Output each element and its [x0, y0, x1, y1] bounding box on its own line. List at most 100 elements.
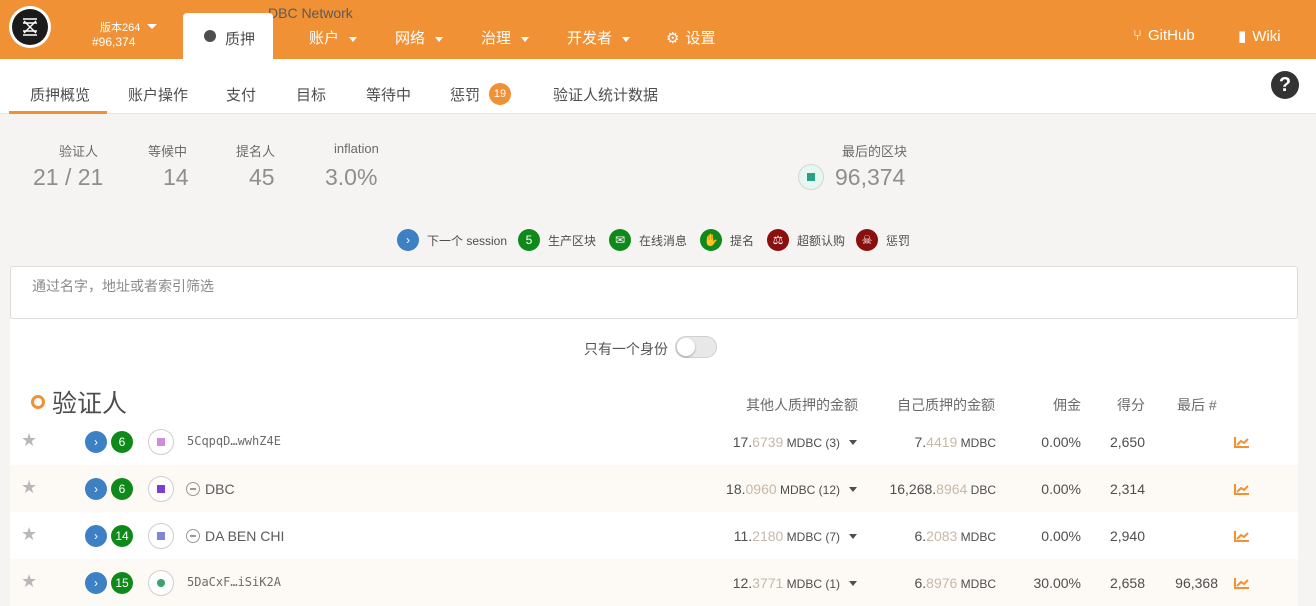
produced-blocks-badge: 6 [111, 431, 133, 453]
chevron-right-icon: › [397, 229, 419, 251]
points-cell: 2,658 [1109, 575, 1145, 591]
avatar[interactable] [148, 523, 174, 549]
col-last[interactable]: 最后 # [1177, 395, 1217, 415]
app-logo[interactable] [9, 6, 51, 48]
identity-unverified-icon [186, 529, 200, 543]
other-stake-cell: 17.6739 MDBC (3) [733, 434, 840, 450]
count-badge: 5 [518, 229, 540, 251]
table-row [10, 465, 1298, 512]
tab-validator-stats[interactable]: 验证人统计数据 [553, 84, 658, 105]
commission-cell: 0.00% [1041, 528, 1081, 544]
cogs-icon: ⚙ [666, 30, 680, 47]
inflation-value: 3.0% [325, 164, 378, 190]
envelope-icon: ✉ [609, 229, 631, 251]
tab-waiting[interactable]: 等待中 [366, 84, 411, 105]
avatar[interactable] [148, 570, 174, 596]
chart-line-icon[interactable] [1234, 529, 1250, 542]
menu-settings[interactable]: ⚙ 设置 [666, 27, 715, 48]
waiting-label: 等候中 [148, 144, 188, 159]
chart-line-icon[interactable] [1234, 576, 1250, 589]
filter-placeholder: 通过名字，地址或者索引筛选 [32, 278, 214, 294]
legend-label: 在线消息 [639, 234, 688, 248]
validator-address[interactable]: 5CqpqD…wwhZ4E [187, 434, 281, 448]
tab-slashes[interactable]: 惩罚 [450, 84, 480, 105]
amount-unit: MDBC [957, 530, 996, 544]
commission-cell: 0.00% [1041, 481, 1081, 497]
hand-icon: ✋ [700, 229, 722, 251]
col-points[interactable]: 得分 [1117, 395, 1145, 415]
menu-governance[interactable]: 治理 [481, 27, 530, 48]
link-wiki-label: Wiki [1252, 28, 1281, 45]
amount-int: 6. [914, 575, 927, 591]
network-block: #96,374 [92, 35, 136, 49]
amount-int: 17. [732, 434, 753, 450]
menu-network[interactable]: 网络 [395, 27, 444, 48]
expand-nominators-icon[interactable] [849, 487, 857, 492]
star-icon[interactable]: ★ [21, 524, 37, 545]
code-branch-icon: ⑂ [1133, 27, 1143, 44]
nominators-label: 提名人 [236, 144, 276, 159]
validators-value: 21 / 21 [33, 164, 104, 190]
amount-int: 16,268. [889, 481, 937, 497]
chart-line-icon[interactable] [1234, 482, 1250, 495]
menu-accounts[interactable]: 账户 [309, 27, 358, 48]
other-stake-cell: 12.3771 MDBC (1) [733, 575, 840, 591]
col-other-stake[interactable]: 其他人质押的金额 [746, 395, 858, 415]
amount-int: 11. [733, 528, 753, 544]
points-cell: 2,940 [1109, 528, 1145, 544]
validators-label: 验证人 [59, 144, 99, 159]
expand-nominators-icon[interactable] [849, 440, 857, 445]
caret-down-icon [622, 36, 631, 42]
own-stake-cell: 16,268.8964 DBC [889, 481, 996, 497]
commission-cell: 0.00% [1041, 434, 1081, 450]
expand-nominators-icon[interactable] [849, 534, 857, 539]
tab-account-actions[interactable]: 账户操作 [128, 84, 188, 105]
amount-int: 18. [726, 481, 746, 497]
amount-unit: MDBC [957, 577, 996, 591]
network-name: DBC Network [268, 5, 353, 21]
chevron-right-icon: › [85, 478, 107, 500]
validator-name[interactable]: DBC [205, 481, 235, 497]
section-title: 验证人 [52, 390, 128, 418]
col-own-stake[interactable]: 自己质押的金额 [897, 395, 995, 415]
tab-targets[interactable]: 目标 [296, 84, 326, 105]
menu-governance-label: 治理 [481, 30, 512, 47]
star-icon[interactable]: ★ [21, 477, 37, 498]
gear-icon [204, 30, 216, 42]
link-github[interactable]: ⑂ GitHub [1133, 27, 1195, 44]
amount-frac: 4419 [926, 434, 958, 450]
own-stake-cell: 6.8976 MDBC [914, 575, 996, 591]
avatar[interactable] [148, 476, 174, 502]
validator-name[interactable]: DA BEN CHI [205, 528, 284, 544]
star-icon[interactable]: ★ [21, 571, 37, 592]
own-stake-cell: 7.4419 MDBC [914, 434, 996, 450]
produced-blocks-badge: 14 [111, 525, 133, 547]
amount-unit: MDBC [957, 436, 996, 450]
tab-payouts[interactable]: 支付 [226, 84, 256, 105]
balance-scale-icon: ⚖ [767, 229, 789, 251]
avatar[interactable] [148, 429, 174, 455]
validator-address[interactable]: 5DaCxF…iSiK2A [187, 575, 281, 589]
help-icon[interactable]: ? [1271, 71, 1299, 99]
link-wiki[interactable]: ▮ Wiki [1238, 27, 1281, 45]
amount-int: 6. [914, 528, 927, 544]
inflation-label: inflation [334, 141, 379, 156]
only-identity-label: 只有一个身份 [584, 341, 668, 357]
filter-input[interactable]: 通过名字，地址或者索引筛选 [10, 266, 1298, 319]
slash-count-badge: 19 [489, 83, 511, 105]
chart-line-icon[interactable] [1234, 435, 1250, 448]
star-icon[interactable]: ★ [21, 430, 37, 451]
table-row [10, 512, 1298, 559]
only-identity-toggle[interactable] [675, 336, 717, 358]
last-block-value: 96,374 [835, 164, 906, 190]
tab-staking[interactable]: 质押 [183, 13, 273, 59]
caret-down-icon [349, 36, 358, 42]
col-commission[interactable]: 佣金 [1053, 395, 1081, 415]
staking-subnav: 质押概览 账户操作 支付 目标 等待中 惩罚 19 验证人统计数据 ? [0, 59, 1316, 114]
tab-staking-overview[interactable]: 质押概览 [30, 84, 90, 105]
amount-unit: MDBC (3) [783, 436, 840, 450]
top-navbar: DBC Network 版本264 #96,374 质押 账户 网络 治理 开发… [0, 0, 1316, 59]
points-cell: 2,314 [1109, 481, 1145, 497]
menu-developer[interactable]: 开发者 [567, 27, 631, 48]
expand-nominators-icon[interactable] [849, 581, 857, 586]
